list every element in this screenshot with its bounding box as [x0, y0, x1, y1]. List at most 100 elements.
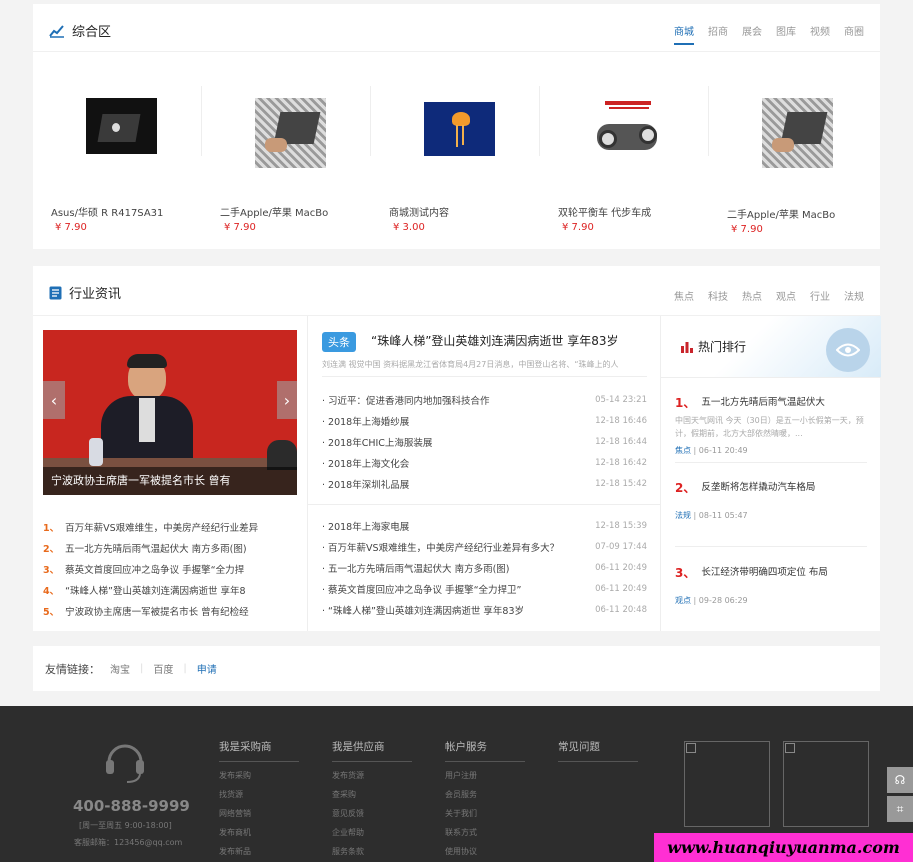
side-service-button[interactable]: ☊ — [887, 767, 913, 793]
product-price: ¥ 7.90 — [562, 222, 594, 233]
footer-link[interactable]: 发布货源 — [332, 770, 412, 789]
product-name[interactable]: 二手Apple/苹果 MacBo — [220, 204, 328, 219]
footer-link[interactable]: 服务条款 — [332, 846, 412, 862]
product-card[interactable]: Asus/华硕 R R417SA31 ¥ 7.90 — [33, 64, 202, 244]
product-name[interactable]: 双轮平衡车 代步车成 — [558, 204, 651, 219]
footer-link[interactable]: 网络营销 — [219, 808, 299, 827]
tab-focus[interactable]: 焦点 — [674, 288, 694, 308]
chart-trend-icon — [49, 24, 64, 38]
scan-icon: ⌗ — [896, 801, 904, 816]
list-item[interactable]: 1、 百万年薪VS艰难维生，中美房产经纪行业差异 — [43, 516, 301, 537]
news-tabs: 焦点 科技 热点 观点 行业 法规 — [674, 288, 864, 308]
list-item[interactable]: 2、 五一北方先晴后雨气温起伏大 南方多雨(图) — [43, 537, 301, 558]
footer-link[interactable]: 企业帮助 — [332, 827, 412, 846]
hot-item[interactable]: 3、 长江经济带明确四项定位 布局 观点 | 09-28 06:29 — [675, 564, 875, 606]
product-name[interactable]: Asus/华硕 R R417SA31 — [51, 204, 163, 219]
scooter-image[interactable] — [593, 98, 664, 168]
watermark: www.huanqiuyuanma.com — [654, 833, 913, 862]
link-apply[interactable]: 申请 — [197, 661, 217, 676]
footer-link[interactable]: 发布新品 — [219, 846, 299, 862]
hot-item[interactable]: 1、 五一北方先晴后雨气温起伏大 中国天气网讯 今天（30日）是五一小长假第一天，… — [675, 394, 875, 456]
footer-link[interactable]: 关于我们 — [445, 808, 525, 827]
footer-link[interactable]: 使用协议 — [445, 846, 525, 862]
list-item[interactable]: · “珠峰人梯”登山英雄刘连满因病逝世 享年83岁 06-11 20:48 — [322, 599, 647, 620]
laptop-image[interactable] — [86, 98, 157, 168]
hot-ranking-title: 热门排行 — [681, 338, 746, 355]
slider-prev-button[interactable]: ‹ — [43, 381, 65, 419]
product-card[interactable]: 二手Apple/苹果 MacBo ¥ 7.90 — [709, 64, 878, 244]
tab-law[interactable]: 法规 — [844, 288, 864, 308]
tab-opinion[interactable]: 观点 — [776, 288, 796, 308]
headset-icon — [106, 744, 144, 783]
link-baidu[interactable]: 百度 — [153, 661, 173, 676]
composite-title: 综合区 — [49, 21, 111, 40]
tab-shop[interactable]: 商城 — [674, 23, 694, 45]
tab-industry[interactable]: 行业 — [810, 288, 830, 308]
bar-chart-icon — [681, 341, 693, 353]
list-item[interactable]: · 五一北方先晴后雨气温起伏大 南方多雨(图) 06-11 20:49 — [322, 557, 647, 578]
broken-image-icon — [686, 743, 696, 753]
tab-expo[interactable]: 展会 — [742, 23, 762, 45]
list-item[interactable]: · 2018年上海婚纱展 12-18 16:46 — [322, 410, 647, 431]
product-card[interactable]: 商城测试内容 ¥ 3.00 — [371, 64, 540, 244]
footer-col-faq: 常见问题 — [558, 739, 638, 770]
footer-col-supplier: 我是供应商 发布货源 查采购 意见反馈 企业帮助 服务条款 — [332, 739, 412, 862]
footer-link[interactable]: 发布商机 — [219, 827, 299, 846]
hot-item[interactable]: 2、 反垄断将怎样撬动汽车格局 法规 | 08-11 05:47 — [675, 479, 875, 521]
tab-invest[interactable]: 招商 — [708, 23, 728, 45]
footer-col-buyer: 我是采购商 发布采购 找货源 网络营销 发布商机 发布新品 — [219, 739, 299, 862]
slider-next-button[interactable]: › — [277, 381, 297, 419]
qr-code-image — [684, 741, 770, 827]
document-icon — [49, 286, 62, 299]
product-name[interactable]: 二手Apple/苹果 MacBo — [727, 206, 835, 221]
list-item[interactable]: · 习近平：促进香港同内地加强科技合作 05-14 23:21 — [322, 389, 647, 410]
footer-link[interactable]: 用户注册 — [445, 770, 525, 789]
composite-tabs: 商城 招商 展会 图库 视频 商圈 — [674, 23, 864, 45]
list-item[interactable]: 4、 “珠峰人梯”登山英雄刘连满因病逝世 享年8 — [43, 579, 301, 600]
list-item[interactable]: 5、 宁波政协主席唐一军被提名市长 曾有纪检经 — [43, 600, 301, 621]
broken-image-icon — [785, 743, 795, 753]
headline-link[interactable]: “珠峰人梯”登山英雄刘连满因病逝世 享年83岁 — [371, 332, 619, 349]
list-item[interactable]: · 2018年上海家电展 12-18 15:39 — [322, 515, 647, 536]
composite-panel: 综合区 商城 招商 展会 图库 视频 商圈 Asus/华硕 R R417SA31… — [33, 4, 880, 249]
link-taobao[interactable]: 淘宝 — [110, 661, 130, 676]
footer-link[interactable]: 会员服务 — [445, 789, 525, 808]
list-item[interactable]: · 2018年CHIC上海服装展 12-18 16:44 — [322, 431, 647, 452]
news-title: 行业资讯 — [49, 283, 121, 302]
tab-tech[interactable]: 科技 — [708, 288, 728, 308]
list-item[interactable]: · 百万年薪VS艰难维生，中美房产经纪行业差异有多大？ 07-09 17:44 — [322, 536, 647, 557]
service-email: 客服邮箱：123456@qq.com — [74, 838, 183, 847]
product-price: ¥ 7.90 — [731, 224, 763, 235]
list-item[interactable]: 3、 蔡英文首度回应冲之岛争议 手握擎“全力捍 — [43, 558, 301, 579]
headline-summary: 刘连满 视觉中国 资料据黑龙江省体育局4月27日消息，中国登山名将、“珠峰上的人 — [322, 360, 619, 369]
tab-gallery[interactable]: 图库 — [776, 23, 796, 45]
news-slider[interactable]: 宁波政协主席唐一军被提名市长 曾有 — [43, 330, 297, 495]
headline-badge: 头条 — [322, 332, 356, 352]
footer-link[interactable]: 发布采购 — [219, 770, 299, 789]
chevron-left-icon: ‹ — [50, 390, 58, 410]
side-scan-button[interactable]: ⌗ — [887, 796, 913, 822]
list-item[interactable]: · 2018年深圳礼品展 12-18 15:42 — [322, 473, 647, 494]
jellyfish-image[interactable] — [424, 102, 495, 156]
footer-link[interactable]: 找货源 — [219, 789, 299, 808]
list-item[interactable]: · 蔡英文首度回应冲之岛争议 手握擎“全力捍卫” 06-11 20:49 — [322, 578, 647, 599]
service-hours: [周一至周五 9:00-18:00] — [79, 821, 172, 830]
product-name[interactable]: 商城测试内容 — [389, 204, 449, 219]
rank-list: 1、 百万年薪VS艰难维生，中美房产经纪行业差异 2、 五一北方先晴后雨气温起伏大 … — [43, 516, 301, 621]
product-card[interactable]: 双轮平衡车 代步车成 ¥ 7.90 — [540, 64, 709, 244]
news-list: · 2018年上海家电展 12-18 15:39 · 百万年薪VS艰难维生，中美房… — [322, 515, 647, 620]
laptop-image[interactable] — [255, 98, 326, 168]
slide-caption[interactable]: 宁波政协主席唐一军被提名市长 曾有 — [43, 467, 297, 495]
tab-video[interactable]: 视频 — [810, 23, 830, 45]
footer-link[interactable]: 查采购 — [332, 789, 412, 808]
footer-link[interactable]: 联系方式 — [445, 827, 525, 846]
product-card[interactable]: 二手Apple/苹果 MacBo ¥ 7.90 — [202, 64, 371, 244]
hotline-number: 400-888-9999 — [73, 797, 190, 815]
list-item[interactable]: · 2018年上海文化会 12-18 16:42 — [322, 452, 647, 473]
product-price: ¥ 7.90 — [55, 222, 87, 233]
tab-circle[interactable]: 商圈 — [844, 23, 864, 45]
chevron-right-icon: › — [283, 390, 291, 410]
footer-link[interactable]: 意见反馈 — [332, 808, 412, 827]
tab-hot[interactable]: 热点 — [742, 288, 762, 308]
laptop-image[interactable] — [762, 98, 833, 168]
